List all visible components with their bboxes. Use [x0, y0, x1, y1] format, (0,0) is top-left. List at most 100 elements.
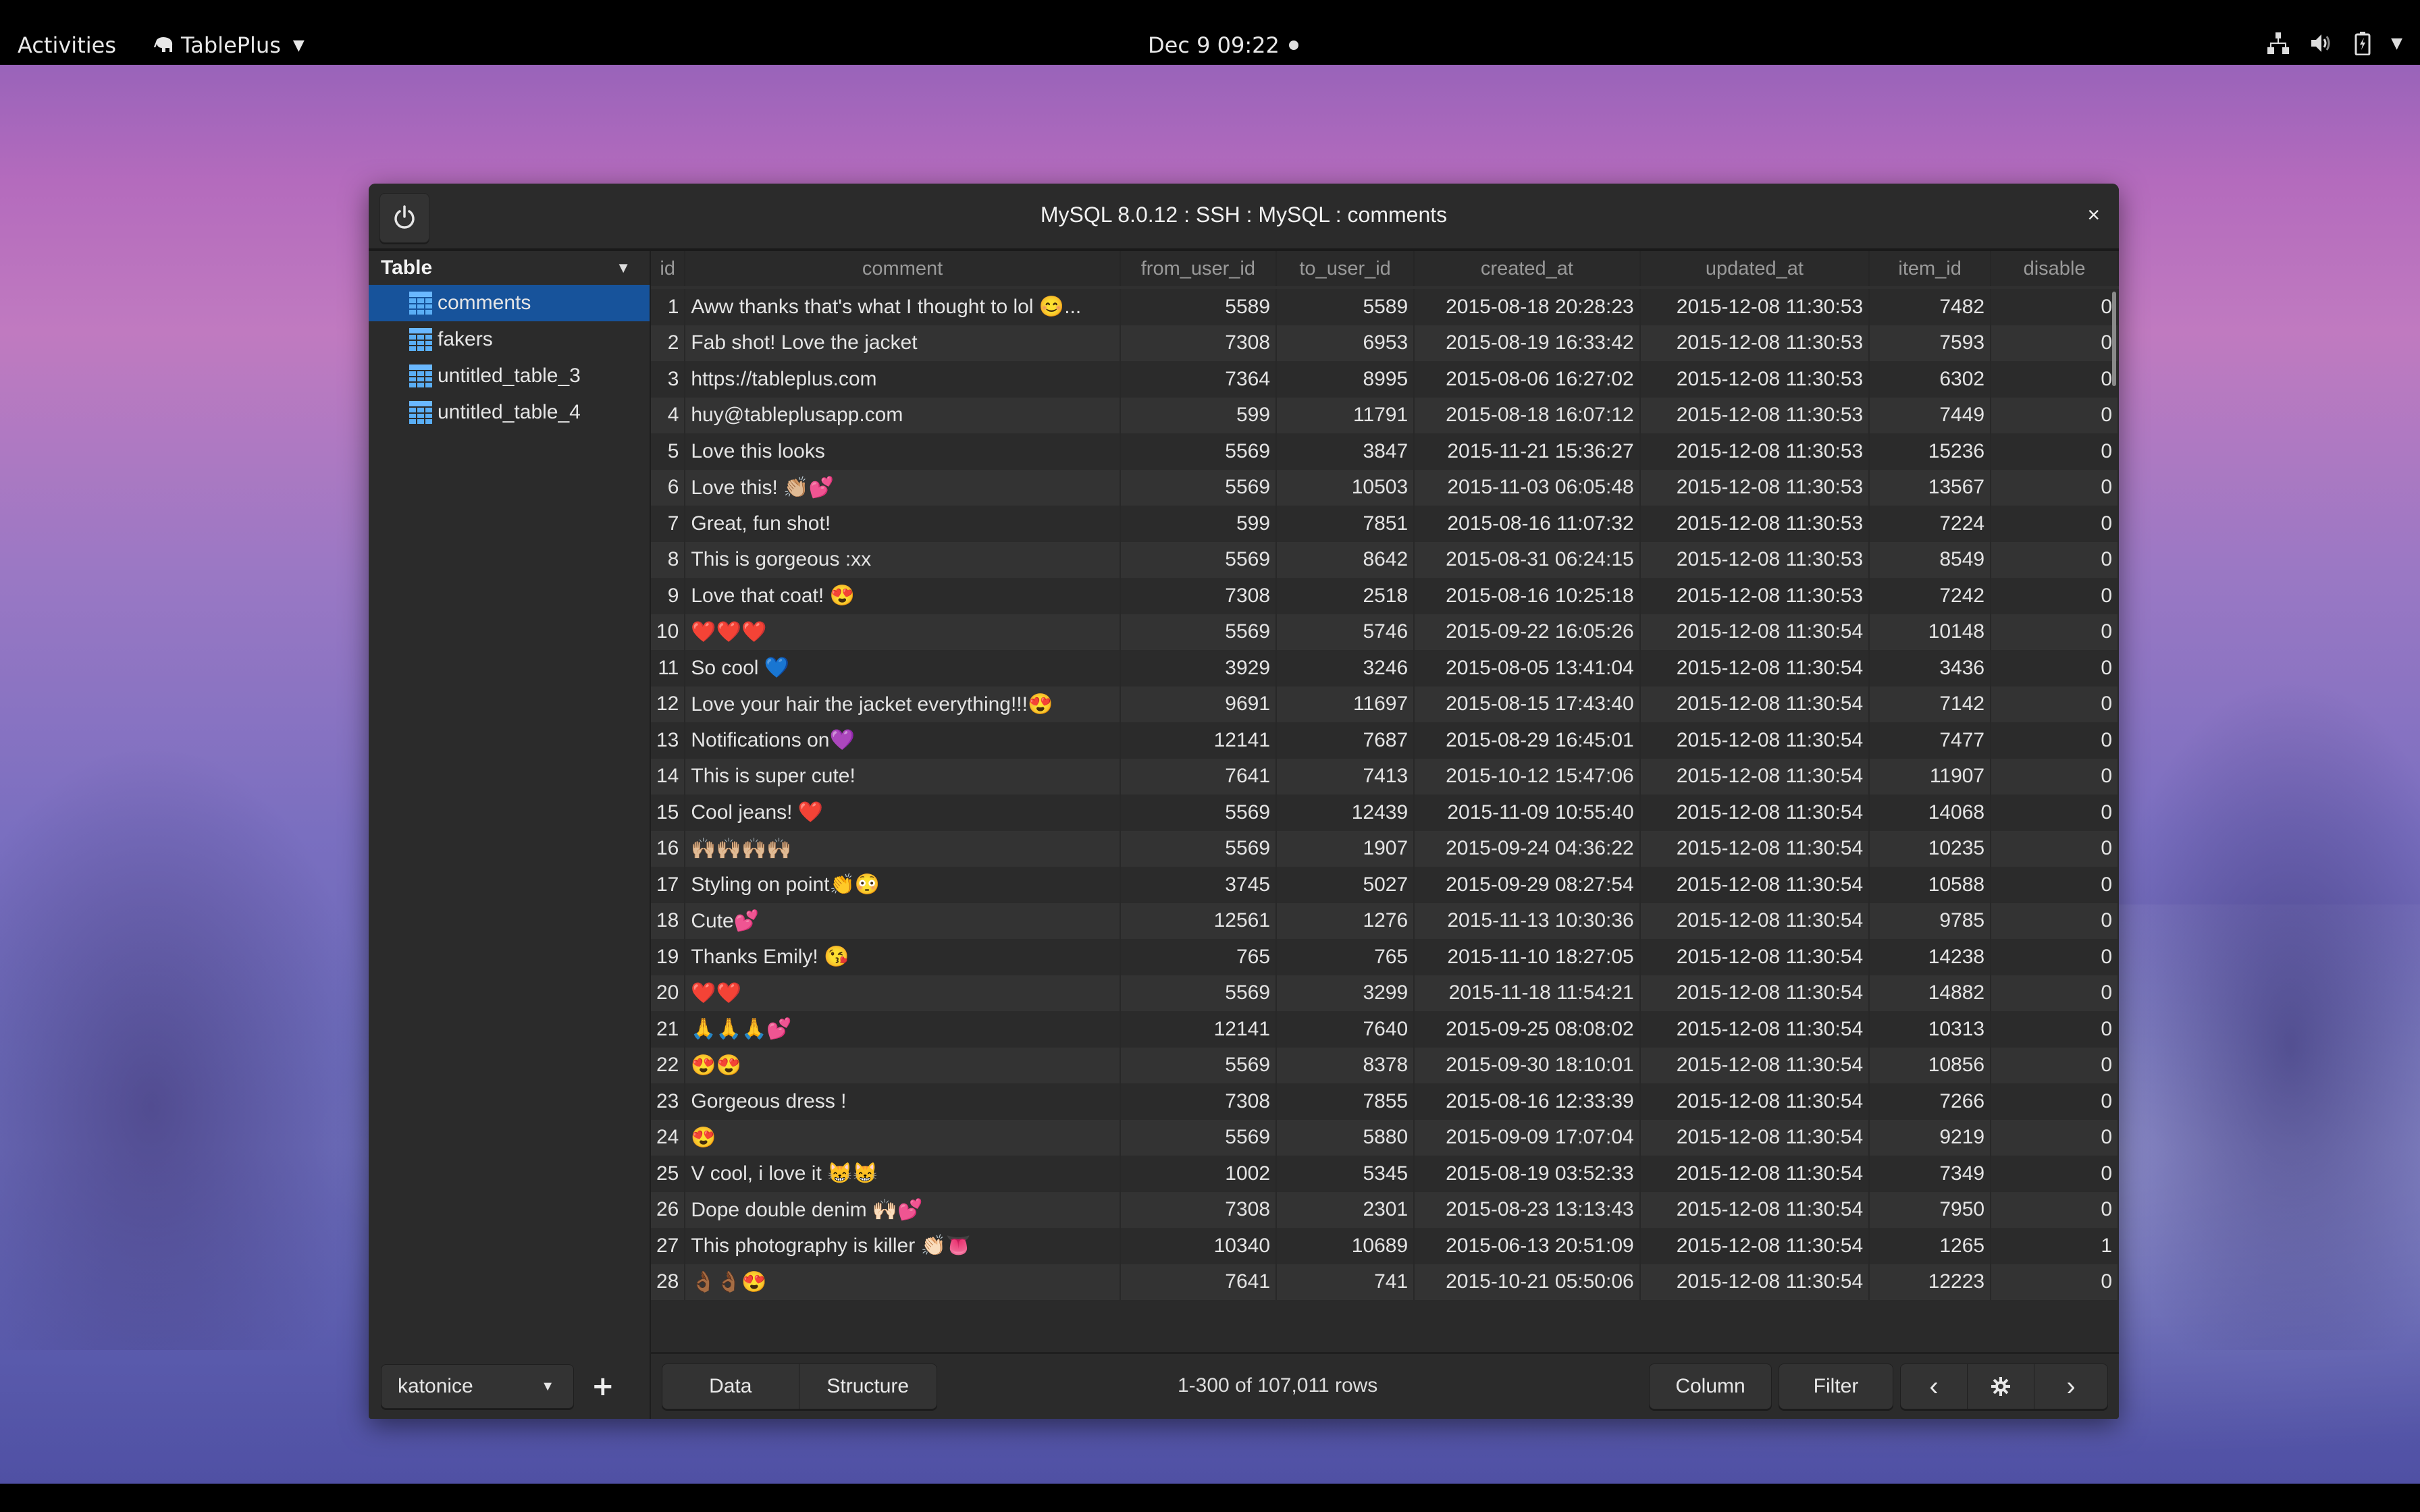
cell-from-user-id[interactable]: 7308: [1120, 578, 1278, 614]
cell-to-user-id[interactable]: 7851: [1276, 506, 1415, 542]
cell-to-user-id[interactable]: 10503: [1276, 469, 1415, 506]
cell-to-user-id[interactable]: 7687: [1276, 722, 1415, 759]
cell-updated-at[interactable]: 2015-12-08 11:30:54: [1639, 1011, 1870, 1048]
cell-from-user-id[interactable]: 3929: [1120, 650, 1278, 686]
column-header-disable[interactable]: disable: [1991, 251, 2119, 289]
tab-structure[interactable]: Structure: [799, 1364, 937, 1409]
cell-from-user-id[interactable]: 7308: [1120, 1083, 1278, 1120]
cell-updated-at[interactable]: 2015-12-08 11:30:54: [1639, 1047, 1870, 1083]
cell-from-user-id[interactable]: 5569: [1120, 1119, 1278, 1156]
cell-updated-at[interactable]: 2015-12-08 11:30:53: [1639, 469, 1870, 506]
table-row[interactable]: 19 Thanks Emily! 😘 765 765 2015-11-10 18:27:…: [651, 939, 2119, 975]
cell-comment[interactable]: Thanks Emily! 😘: [685, 939, 1121, 975]
table-row[interactable]: 10 ❤️❤️❤️ 5569 5746 2015-09-22 16:05:26 2015-…: [651, 614, 2119, 650]
cell-created-at[interactable]: 2015-08-19 16:33:42: [1414, 325, 1641, 361]
cell-id[interactable]: 11: [651, 650, 686, 686]
cell-from-user-id[interactable]: 12141: [1120, 722, 1278, 759]
cell-item-id[interactable]: 7482: [1869, 288, 1992, 325]
cell-created-at[interactable]: 2015-08-31 06:24:15: [1414, 541, 1641, 578]
cell-updated-at[interactable]: 2015-12-08 11:30:53: [1639, 541, 1870, 578]
cell-updated-at[interactable]: 2015-12-08 11:30:54: [1639, 1119, 1870, 1156]
table-row[interactable]: 11 So cool 💙 3929 3246 2015-08-05 13:41:04 20…: [651, 650, 2119, 686]
cell-created-at[interactable]: 2015-08-23 13:13:43: [1414, 1191, 1641, 1228]
column-header-created-at[interactable]: created_at: [1414, 251, 1641, 289]
cell-from-user-id[interactable]: 7641: [1120, 1264, 1278, 1300]
cell-disable[interactable]: 0: [1991, 1047, 2119, 1083]
cell-from-user-id[interactable]: 5569: [1120, 794, 1278, 831]
cell-item-id[interactable]: 1265: [1869, 1228, 1992, 1264]
network-icon[interactable]: [2267, 32, 2290, 55]
cell-created-at[interactable]: 2015-08-18 16:07:12: [1414, 397, 1641, 433]
cell-to-user-id[interactable]: 7855: [1276, 1083, 1415, 1120]
cell-id[interactable]: 8: [651, 541, 686, 578]
cell-updated-at[interactable]: 2015-12-08 11:30:54: [1639, 614, 1870, 650]
cell-updated-at[interactable]: 2015-12-08 11:30:53: [1639, 433, 1870, 470]
cell-updated-at[interactable]: 2015-12-08 11:30:54: [1639, 975, 1870, 1011]
system-tray[interactable]: ▼: [2267, 31, 2402, 55]
cell-item-id[interactable]: 10856: [1869, 1047, 1992, 1083]
cell-id[interactable]: 12: [651, 686, 686, 722]
table-row[interactable]: 24 😍 5569 5880 2015-09-09 17:07:04 2015-12-08…: [651, 1119, 2119, 1156]
cell-item-id[interactable]: 7224: [1869, 506, 1992, 542]
cell-comment[interactable]: Cute💕: [685, 902, 1121, 939]
cell-disable[interactable]: 0: [1991, 1083, 2119, 1120]
cell-to-user-id[interactable]: 5880: [1276, 1119, 1415, 1156]
cell-created-at[interactable]: 2015-11-21 15:36:27: [1414, 433, 1641, 470]
cell-from-user-id[interactable]: 599: [1120, 397, 1278, 433]
cell-from-user-id[interactable]: 765: [1120, 939, 1278, 975]
cell-id[interactable]: 13: [651, 722, 686, 759]
cell-to-user-id[interactable]: 2518: [1276, 578, 1415, 614]
table-row[interactable]: 27 This photography is killer 👏🏻👅 10340 106…: [651, 1228, 2119, 1264]
cell-from-user-id[interactable]: 12561: [1120, 902, 1278, 939]
table-row[interactable]: 2 Fab shot! Love the jacket 7308 6953 2015-0…: [651, 325, 2119, 361]
cell-updated-at[interactable]: 2015-12-08 11:30:53: [1639, 578, 1870, 614]
cell-comment[interactable]: Gorgeous dress !: [685, 1083, 1121, 1120]
cell-comment[interactable]: 😍😍: [685, 1047, 1121, 1083]
cell-to-user-id[interactable]: 3847: [1276, 433, 1415, 470]
cell-from-user-id[interactable]: 5569: [1120, 614, 1278, 650]
cell-disable[interactable]: 0: [1991, 433, 2119, 470]
tab-data[interactable]: Data: [662, 1364, 799, 1409]
cell-to-user-id[interactable]: 765: [1276, 939, 1415, 975]
cell-updated-at[interactable]: 2015-12-08 11:30:54: [1639, 1228, 1870, 1264]
cell-from-user-id[interactable]: 5569: [1120, 541, 1278, 578]
cell-disable[interactable]: 0: [1991, 650, 2119, 686]
cell-id[interactable]: 26: [651, 1191, 686, 1228]
cell-comment[interactable]: V cool, i love it 😸😸: [685, 1156, 1121, 1192]
cell-from-user-id[interactable]: 7641: [1120, 758, 1278, 794]
cell-to-user-id[interactable]: 2301: [1276, 1191, 1415, 1228]
cell-created-at[interactable]: 2015-09-25 08:08:02: [1414, 1011, 1641, 1048]
cell-updated-at[interactable]: 2015-12-08 11:30:54: [1639, 722, 1870, 759]
cell-created-at[interactable]: 2015-08-15 17:43:40: [1414, 686, 1641, 722]
column-header-from-user-id[interactable]: from_user_id: [1120, 251, 1278, 289]
cell-to-user-id[interactable]: 5589: [1276, 288, 1415, 325]
cell-updated-at[interactable]: 2015-12-08 11:30:53: [1639, 361, 1870, 398]
battery-icon[interactable]: [2355, 31, 2371, 55]
cell-disable[interactable]: 0: [1991, 361, 2119, 398]
cell-created-at[interactable]: 2015-06-13 20:51:09: [1414, 1228, 1641, 1264]
cell-updated-at[interactable]: 2015-12-08 11:30:54: [1639, 794, 1870, 831]
cell-comment[interactable]: This photography is killer 👏🏻👅: [685, 1228, 1121, 1264]
cell-comment[interactable]: Dope double denim 🙌🏻💕: [685, 1191, 1121, 1228]
column-header-updated-at[interactable]: updated_at: [1639, 251, 1870, 289]
cell-comment[interactable]: https://tableplus.com: [685, 361, 1121, 398]
cell-comment[interactable]: So cool 💙: [685, 650, 1121, 686]
cell-id[interactable]: 6: [651, 469, 686, 506]
cell-item-id[interactable]: 9219: [1869, 1119, 1992, 1156]
cell-updated-at[interactable]: 2015-12-08 11:30:54: [1639, 830, 1870, 867]
cell-updated-at[interactable]: 2015-12-08 11:30:54: [1639, 650, 1870, 686]
cell-comment[interactable]: 😍: [685, 1119, 1121, 1156]
cell-disable[interactable]: 0: [1991, 614, 2119, 650]
cell-id[interactable]: 16: [651, 830, 686, 867]
cell-id[interactable]: 28: [651, 1264, 686, 1300]
cell-item-id[interactable]: 9785: [1869, 902, 1992, 939]
cell-disable[interactable]: 0: [1991, 578, 2119, 614]
cell-disable[interactable]: 0: [1991, 1264, 2119, 1300]
table-row[interactable]: 6 Love this! 👏🏼💕 5569 10503 2015-11-03 06:05…: [651, 469, 2119, 506]
filter-button[interactable]: Filter: [1779, 1364, 1893, 1409]
cell-created-at[interactable]: 2015-10-12 15:47:06: [1414, 758, 1641, 794]
cell-to-user-id[interactable]: 8642: [1276, 541, 1415, 578]
cell-item-id[interactable]: 12223: [1869, 1264, 1992, 1300]
table-row[interactable]: 17 Styling on point👏😳 3745 5027 2015-09-29 0…: [651, 867, 2119, 903]
table-row[interactable]: 5 Love this looks 5569 3847 2015-11-21 15:36…: [651, 433, 2119, 470]
